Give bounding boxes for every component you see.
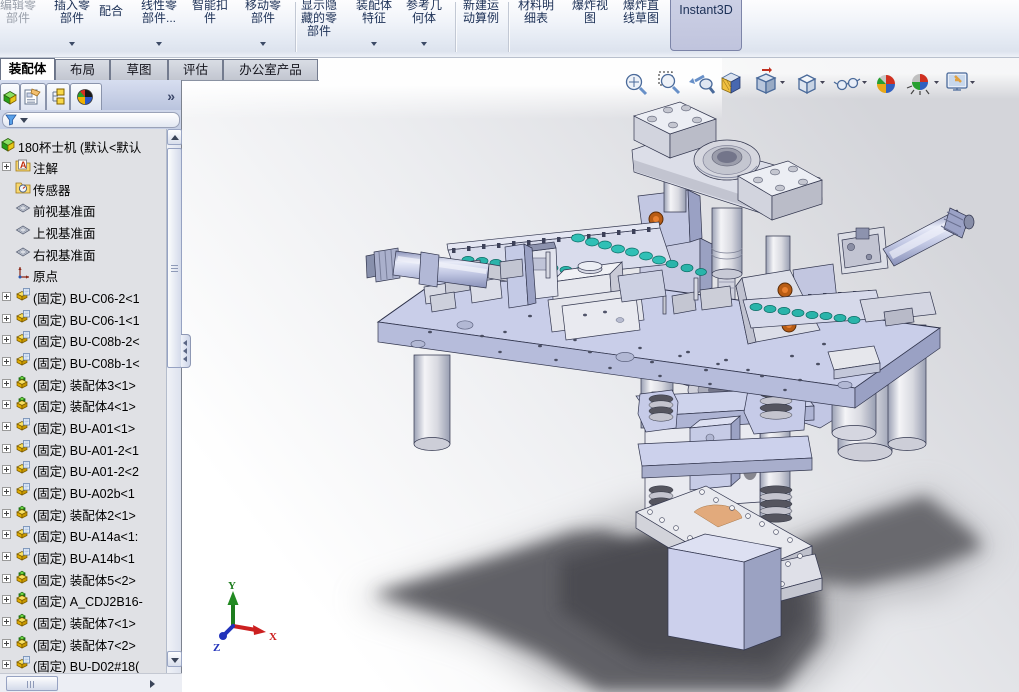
svg-text:Y: Y	[228, 580, 236, 592]
svg-text:Z: Z	[213, 642, 220, 654]
svg-text:X: X	[269, 631, 277, 643]
svg-text:A: A	[20, 160, 27, 170]
